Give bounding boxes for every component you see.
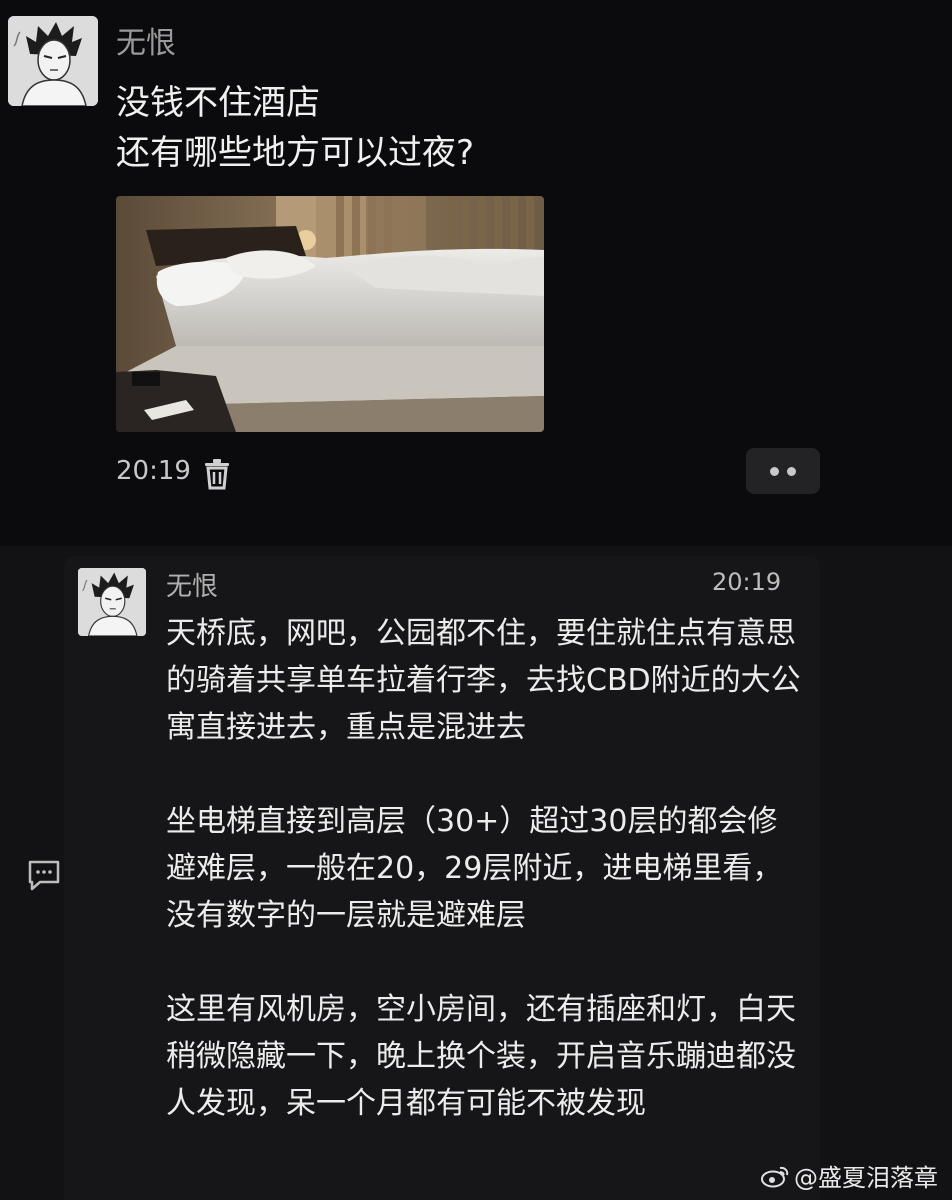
post-timestamp: 20:19 (116, 456, 191, 486)
post-text-line: 还有哪些地方可以过夜? (116, 133, 475, 173)
weibo-logo-icon (761, 1166, 789, 1187)
comment-paragraph: 天桥底，网吧，公园都不住，要住就住点有意思的骑着共享单车拉着行李，去找CBD附近… (166, 616, 801, 745)
watermark-text: @盛夏泪落章 (794, 1164, 938, 1192)
post-text-line: 没钱不住酒店 (116, 83, 320, 123)
user-avatar[interactable] (8, 16, 98, 106)
comment-paragraph: 这里有风机房，空小房间，还有插座和灯，白天稍微隐藏一下，晚上换个装，开启音乐蹦迪… (166, 992, 796, 1121)
comment-paragraph: 坐电梯直接到高层（30+）超过30层的都会修避难层，一般在20，29层附近，进电… (166, 804, 783, 933)
post-username[interactable]: 无恨 (116, 18, 176, 62)
more-dots-icon (787, 467, 796, 476)
watermark: @盛夏泪落章 (760, 1158, 938, 1193)
more-dots-icon (770, 467, 779, 476)
comment-body: 天桥底，网吧，公园都不住，要住就住点有意思的骑着共享单车拉着行李，去找CBD附近… (166, 610, 806, 1174)
chat-screen: 无恨 没钱不住酒店 还有哪些地方可以过夜? 20:19 无恨 20:19 天桥底… (0, 0, 952, 1200)
hotel-bed-photo (116, 196, 544, 432)
post-text: 没钱不住酒店 还有哪些地方可以过夜? (116, 78, 474, 178)
comment-timestamp: 20:19 (712, 568, 782, 596)
avatar-illustration (8, 16, 98, 106)
more-options-button[interactable] (746, 448, 820, 494)
trash-icon[interactable] (202, 458, 232, 490)
post-photo-hotel-bed[interactable] (116, 196, 544, 432)
commenter-avatar[interactable] (78, 568, 146, 636)
comment-bubble-icon[interactable] (26, 858, 62, 892)
comment-username[interactable]: 无恨 (166, 566, 218, 603)
avatar-illustration (78, 568, 146, 636)
